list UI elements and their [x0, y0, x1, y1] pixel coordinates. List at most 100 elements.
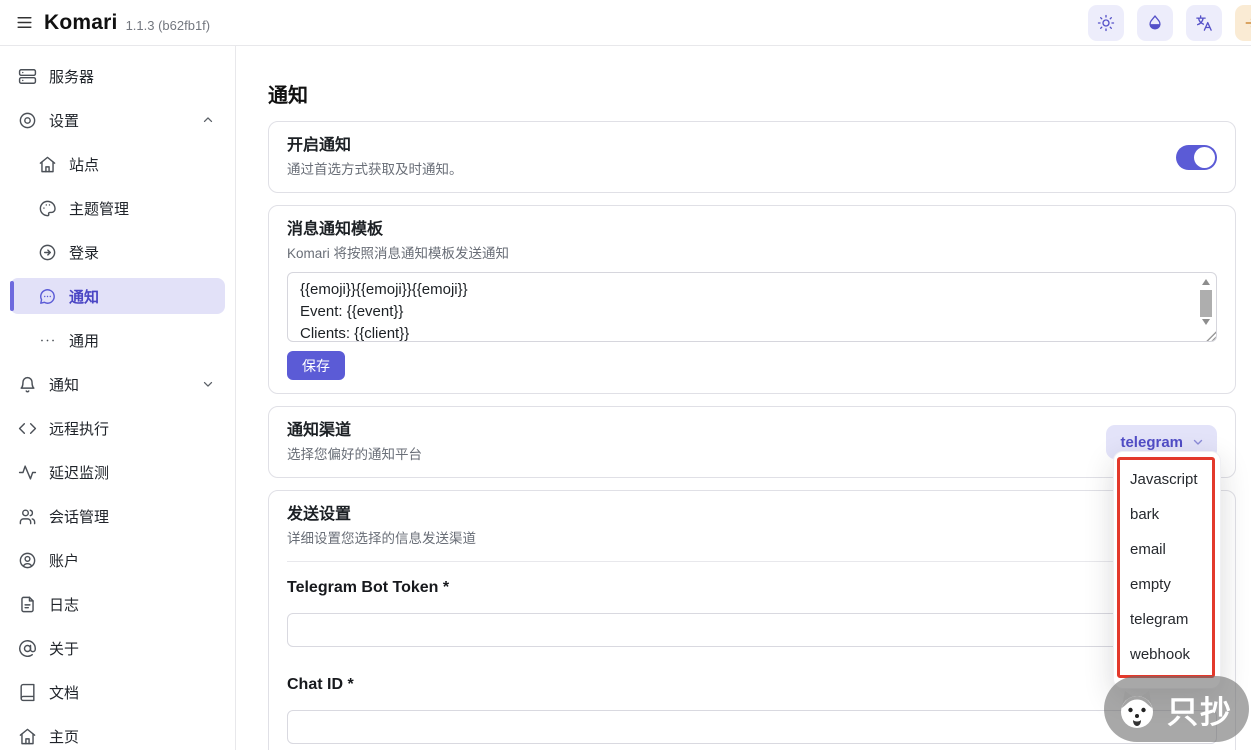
droplet-icon — [1146, 14, 1164, 32]
sidebar-item-logs[interactable]: 日志 — [10, 586, 225, 622]
chevron-down-icon — [201, 377, 215, 391]
send-settings-card: 发送设置 详细设置您选择的信息发送渠道 Telegram Bot Token *… — [268, 490, 1236, 750]
sun-icon — [1097, 14, 1115, 32]
template-text: {{emoji}}{{emoji}}{{emoji}} Event: {{eve… — [288, 273, 1216, 342]
textarea-scrollbar[interactable] — [1199, 275, 1214, 339]
sidebar-item-label: 会话管理 — [49, 506, 109, 527]
sidebar-item-label: 通知 — [69, 286, 99, 307]
sidebar-item-general[interactable]: 通用 — [10, 322, 225, 358]
chevron-up-icon — [201, 113, 215, 127]
card-title: 消息通知模板 — [287, 219, 1217, 241]
watermark: 只抄 — [1104, 676, 1249, 742]
channel-option-webhook[interactable]: webhook — [1114, 637, 1220, 672]
color-theme-button[interactable] — [1137, 5, 1173, 41]
palette-icon — [38, 199, 57, 218]
scroll-up-arrow-icon[interactable] — [1202, 279, 1210, 285]
sidebar-item-label: 账户 — [49, 550, 79, 571]
card-description: Komari 将按照消息通知模板发送通知 — [287, 245, 1217, 263]
channel-option-email[interactable]: email — [1114, 532, 1220, 567]
sidebar-item-label: 设置 — [49, 110, 79, 131]
sidebar-item-label: 远程执行 — [49, 418, 109, 439]
topbar-actions — [1088, 5, 1251, 41]
ellipsis-icon — [38, 331, 57, 350]
channel-option-empty[interactable]: empty — [1114, 567, 1220, 602]
enable-notifications-card: 开启通知 通过首选方式获取及时通知。 — [268, 121, 1236, 193]
chat-id-label: Chat ID * — [287, 676, 1217, 694]
sidebar-item-label: 通用 — [69, 330, 99, 351]
version-label: 1.1.3 (b62fb1f) — [126, 12, 211, 33]
sidebar-item-docs[interactable]: 文档 — [10, 674, 225, 710]
card-title: 发送设置 — [287, 504, 1217, 526]
channel-option-telegram[interactable]: telegram — [1114, 602, 1220, 637]
bot-token-input[interactable] — [287, 613, 1217, 647]
sidebar-item-session-management[interactable]: 会话管理 — [10, 498, 225, 534]
sidebar-item-label: 通知 — [49, 374, 79, 395]
home-icon — [18, 727, 37, 746]
watermark-text: 只抄 — [1167, 687, 1233, 732]
save-button[interactable]: 保存 — [287, 351, 345, 380]
scrollbar-thumb[interactable] — [1200, 290, 1212, 317]
file-text-icon — [18, 595, 37, 614]
users-icon — [18, 507, 37, 526]
light-theme-button[interactable] — [1088, 5, 1124, 41]
sidebar-item-servers[interactable]: 服务器 — [10, 58, 225, 94]
sidebar: 服务器 设置 站点 主题管理 登录 通知 通用 通知 — [0, 46, 236, 750]
topbar: Komari 1.1.3 (b62fb1f) — [0, 0, 1251, 46]
hamburger-menu-icon[interactable] — [10, 9, 38, 37]
chat-id-input[interactable] — [287, 710, 1217, 744]
main-content: 通知 开启通知 通过首选方式获取及时通知。 消息通知模板 Komari 将按照消… — [236, 46, 1251, 750]
at-sign-icon — [18, 639, 37, 658]
sidebar-item-label: 延迟监测 — [49, 462, 109, 483]
sidebar-item-notify-group[interactable]: 通知 — [10, 366, 225, 402]
translate-icon — [1195, 14, 1213, 32]
sidebar-item-label: 主题管理 — [69, 198, 129, 219]
scroll-down-arrow-icon[interactable] — [1202, 319, 1210, 325]
divider — [287, 561, 1217, 562]
sidebar-item-latency-monitor[interactable]: 延迟监测 — [10, 454, 225, 490]
card-description: 选择您偏好的通知平台 — [287, 446, 422, 464]
server-icon — [18, 67, 37, 86]
message-template-card: 消息通知模板 Komari 将按照消息通知模板发送通知 {{emoji}}{{e… — [268, 205, 1236, 394]
channel-option-javascript[interactable]: Javascript — [1114, 462, 1220, 497]
card-title: 通知渠道 — [287, 420, 422, 442]
notification-template-input[interactable]: {{emoji}}{{emoji}}{{emoji}} Event: {{eve… — [287, 272, 1217, 342]
sidebar-item-login[interactable]: 登录 — [10, 234, 225, 270]
activity-icon — [18, 463, 37, 482]
channel-dropdown-menu: Javascript bark email empty telegram web… — [1113, 451, 1221, 689]
sidebar-item-home[interactable]: 主页 — [10, 718, 225, 750]
chevron-down-icon — [1191, 435, 1205, 449]
sidebar-item-label: 主页 — [49, 726, 79, 747]
account-button[interactable] — [1235, 5, 1251, 41]
sidebar-item-remote-execution[interactable]: 远程执行 — [10, 410, 225, 446]
user-circle-icon — [18, 551, 37, 570]
notification-channel-card: 通知渠道 选择您偏好的通知平台 telegram — [268, 406, 1236, 478]
toggle-knob — [1194, 147, 1215, 168]
sidebar-item-settings[interactable]: 设置 — [10, 102, 225, 138]
book-icon — [18, 683, 37, 702]
sidebar-item-label: 文档 — [49, 682, 79, 703]
app-title: Komari — [44, 11, 118, 35]
login-arrow-icon — [38, 243, 57, 262]
sidebar-item-site[interactable]: 站点 — [10, 146, 225, 182]
sidebar-item-label: 服务器 — [49, 66, 94, 87]
logout-icon — [1244, 14, 1251, 32]
sidebar-item-label: 日志 — [49, 594, 79, 615]
disc-icon — [18, 111, 37, 130]
page-title: 通知 — [268, 79, 1236, 108]
bot-token-label: Telegram Bot Token * — [287, 579, 1217, 597]
channel-option-bark[interactable]: bark — [1114, 497, 1220, 532]
chat-bubble-icon — [38, 287, 57, 306]
language-button[interactable] — [1186, 5, 1222, 41]
card-description: 通过首选方式获取及时通知。 — [287, 161, 463, 179]
card-description: 详细设置您选择的信息发送渠道 — [287, 530, 1217, 548]
card-title: 开启通知 — [287, 135, 463, 157]
sidebar-item-label: 关于 — [49, 638, 79, 659]
enable-notifications-toggle[interactable] — [1176, 145, 1217, 170]
sidebar-item-about[interactable]: 关于 — [10, 630, 225, 666]
sidebar-item-notifications[interactable]: 通知 — [10, 278, 225, 314]
sidebar-item-label: 登录 — [69, 242, 99, 263]
husky-logo-icon — [1113, 685, 1161, 733]
home-icon — [38, 155, 57, 174]
sidebar-item-theme-management[interactable]: 主题管理 — [10, 190, 225, 226]
sidebar-item-account[interactable]: 账户 — [10, 542, 225, 578]
